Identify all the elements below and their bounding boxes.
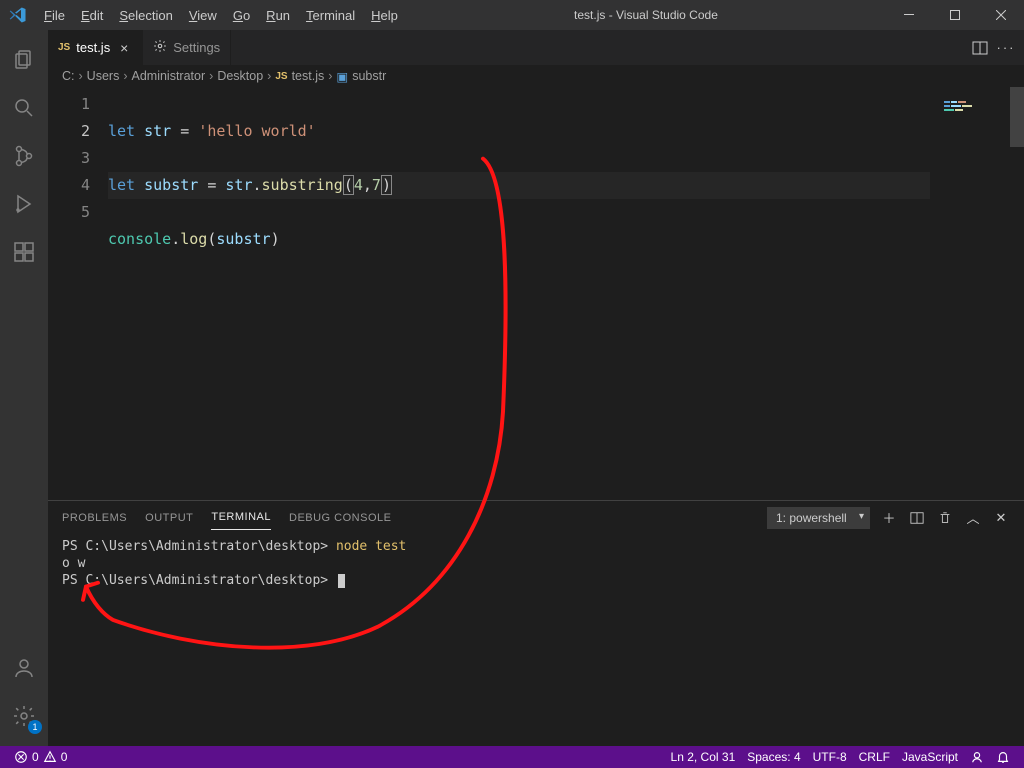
kill-terminal-icon[interactable] <box>936 511 954 525</box>
menu-help[interactable]: Help <box>363 4 406 27</box>
code-content[interactable]: let str = 'hello world' let substr = str… <box>108 87 930 500</box>
code-editor[interactable]: 1 2 3 4 5 let str = 'hello world' let su… <box>48 87 1024 500</box>
panel-tab-output[interactable]: Output <box>145 506 193 530</box>
extensions-icon[interactable] <box>0 228 48 276</box>
tab-label: Settings <box>173 40 220 55</box>
menu-selection[interactable]: Selection <box>111 4 180 27</box>
panel-tab-terminal[interactable]: Terminal <box>211 505 271 530</box>
breadcrumb-symbol[interactable]: substr <box>352 69 386 83</box>
terminal[interactable]: PS C:\Users\Administrator\desktop> node … <box>48 534 1024 746</box>
terminal-cursor <box>338 574 345 588</box>
line-number-gutter: 1 2 3 4 5 <box>48 87 108 500</box>
split-editor-icon[interactable] <box>972 40 988 56</box>
menu-terminal[interactable]: Terminal <box>298 4 363 27</box>
variable-icon: ▣ <box>336 69 348 84</box>
breadcrumb-segment[interactable]: Administrator <box>132 69 206 83</box>
status-language[interactable]: JavaScript <box>896 750 964 764</box>
settings-badge: 1 <box>28 720 42 734</box>
breadcrumb-segment[interactable]: Users <box>87 69 120 83</box>
menu-go[interactable]: Go <box>225 4 258 27</box>
javascript-file-icon: JS <box>58 42 70 53</box>
breadcrumb[interactable]: C:› Users› Administrator› Desktop› JS te… <box>48 65 1024 87</box>
breadcrumb-segment[interactable]: C: <box>62 69 75 83</box>
new-terminal-icon[interactable]: ＋ <box>880 508 898 527</box>
bottom-panel: Problems Output Terminal Debug Console 1… <box>48 500 1024 746</box>
split-terminal-icon[interactable] <box>908 511 926 525</box>
settings-gear-icon[interactable]: 1 <box>0 692 48 740</box>
gear-icon <box>153 39 167 56</box>
panel-tab-debug-console[interactable]: Debug Console <box>289 506 391 530</box>
explorer-icon[interactable] <box>0 36 48 84</box>
status-cursor-position[interactable]: Ln 2, Col 31 <box>665 750 742 764</box>
search-icon[interactable] <box>0 84 48 132</box>
menu-edit[interactable]: Edit <box>73 4 111 27</box>
status-feedback-icon[interactable] <box>964 750 990 764</box>
close-panel-icon[interactable]: ✕ <box>992 510 1010 526</box>
editor-scrollbar[interactable] <box>1010 87 1024 500</box>
tab-test-js[interactable]: JS test.js × <box>48 30 143 65</box>
vscode-logo-icon <box>0 6 36 24</box>
status-encoding[interactable]: UTF-8 <box>807 750 853 764</box>
title-bar: File Edit Selection View Go Run Terminal… <box>0 0 1024 30</box>
editor-tabs: JS test.js × Settings ··· <box>48 30 1024 65</box>
breadcrumb-segment[interactable]: Desktop <box>217 69 263 83</box>
close-button[interactable] <box>978 0 1024 30</box>
status-indentation[interactable]: Spaces: 4 <box>741 750 806 764</box>
maximize-panel-icon[interactable]: ︿ <box>964 508 982 527</box>
accounts-icon[interactable] <box>0 644 48 692</box>
status-problems[interactable]: 0 0 <box>8 750 73 764</box>
javascript-file-icon: JS <box>275 71 287 82</box>
run-debug-icon[interactable] <box>0 180 48 228</box>
tab-settings[interactable]: Settings <box>143 30 231 65</box>
menu-run[interactable]: Run <box>258 4 298 27</box>
panel-tab-problems[interactable]: Problems <box>62 506 127 530</box>
maximize-button[interactable] <box>932 0 978 30</box>
minimize-button[interactable] <box>886 0 932 30</box>
more-actions-icon[interactable]: ··· <box>998 40 1014 56</box>
menu-view[interactable]: View <box>181 4 225 27</box>
menu-bar: File Edit Selection View Go Run Terminal… <box>36 4 406 27</box>
status-notifications-icon[interactable] <box>990 750 1016 764</box>
status-bar: 0 0 Ln 2, Col 31 Spaces: 4 UTF-8 CRLF Ja… <box>0 746 1024 768</box>
menu-file[interactable]: File <box>36 4 73 27</box>
terminal-selector[interactable]: 1: powershell ▾ <box>767 507 870 529</box>
minimap[interactable] <box>930 87 1010 500</box>
tab-close-icon[interactable]: × <box>116 40 132 56</box>
source-control-icon[interactable] <box>0 132 48 180</box>
tab-label: test.js <box>76 40 110 55</box>
activity-bar: 1 <box>0 30 48 746</box>
breadcrumb-file[interactable]: test.js <box>292 69 325 83</box>
status-eol[interactable]: CRLF <box>853 750 896 764</box>
window-title: test.js - Visual Studio Code <box>406 8 886 22</box>
